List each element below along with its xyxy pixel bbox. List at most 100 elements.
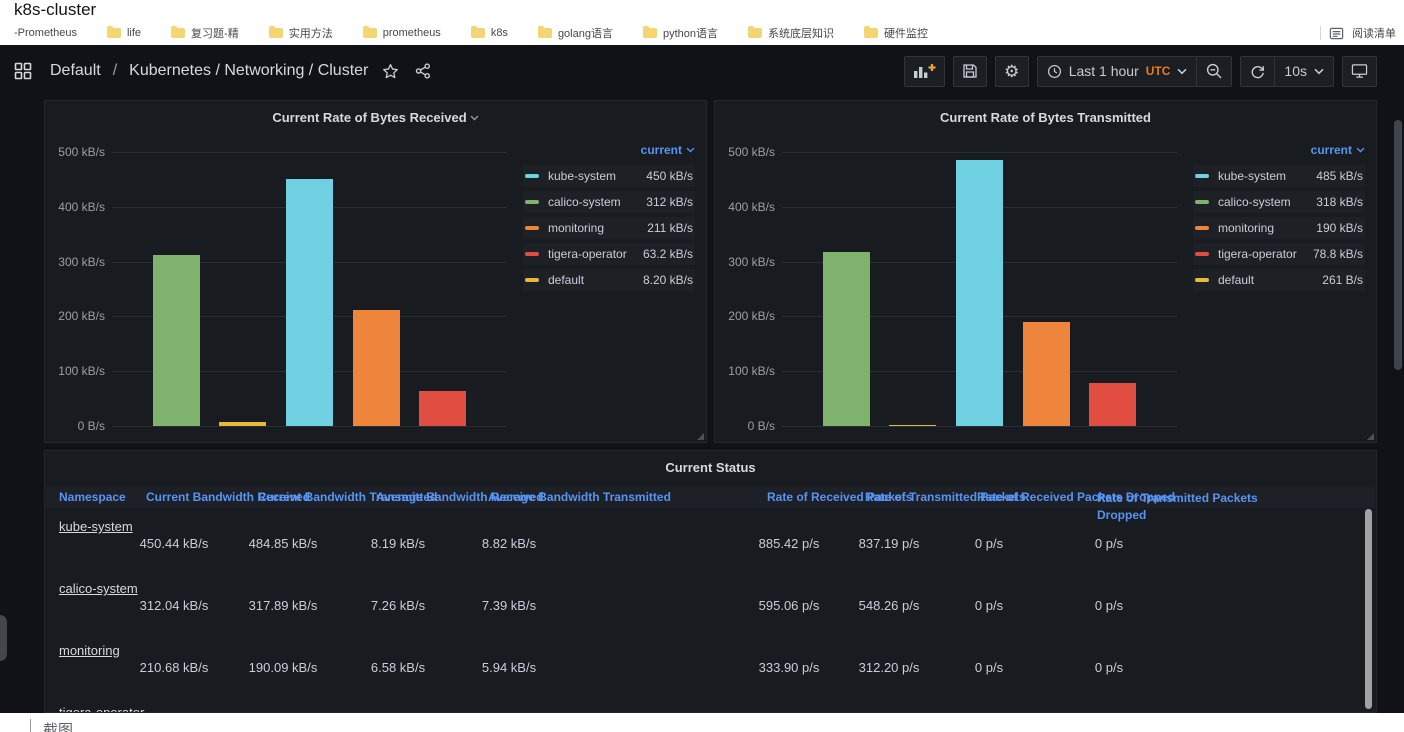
bar-calico-system[interactable] [823,252,870,426]
bar-tigera-operator[interactable] [1089,383,1136,426]
bookmark-label: 硬件监控 [884,25,928,41]
legend-item-tigera-operator[interactable]: tigera-operator78.8 kB/s [1193,243,1365,265]
legend-series-name: kube-system [548,169,616,183]
bookmark-item[interactable]: 实用方法 [269,25,333,41]
legend-item-calico-system[interactable]: calico-system312 kB/s [523,191,695,213]
zoom-out-time-button[interactable] [1196,57,1231,86]
star-icon[interactable] [382,63,399,80]
y-axis-tick: 500 kB/s [45,145,105,159]
gridline [112,426,507,427]
add-panel-button[interactable] [904,56,945,87]
legend-color-swatch [525,252,539,256]
legend-item-calico-system[interactable]: calico-system318 kB/s [1193,191,1365,213]
dashboard-toolbar: ⚙ Last 1 hour UTC [904,56,1377,87]
legend-series-name: calico-system [1218,195,1291,209]
bookmark-item[interactable]: -Prometheus [14,27,77,39]
share-icon[interactable] [415,63,431,79]
folder-icon [538,28,552,38]
table-row: tigera-operator [46,695,1377,713]
bar-kube-system[interactable] [956,160,1003,426]
gear-icon: ⚙ [1004,63,1019,80]
panel-resize-handle[interactable] [1367,433,1374,440]
time-range-picker[interactable]: Last 1 hour UTC [1038,57,1197,86]
breadcrumb-separator: / [113,62,117,80]
legend-item-monitoring[interactable]: monitoring190 kB/s [1193,217,1365,239]
legend-item-kube-system[interactable]: kube-system485 kB/s [1193,165,1365,187]
legend-item-default[interactable]: default261 B/s [1193,269,1365,291]
namespace-link[interactable]: tigera-operator [59,705,144,713]
legend-series-name: default [1218,273,1254,287]
apps-grid-icon[interactable] [14,62,32,80]
legend-series-value: 450 kB/s [646,169,693,183]
save-dashboard-button[interactable] [953,56,987,87]
bookmarks-bar: -Prometheus life 复习题-精 实用方法 prometheus k8s gol… [14,24,1396,42]
kiosk-mode-button[interactable] [1342,56,1377,87]
footer-note: 截图 [30,719,73,732]
time-picker-group: Last 1 hour UTC [1037,56,1233,87]
bookmark-item[interactable]: life [107,27,141,39]
y-axis-tick: 300 kB/s [715,255,775,269]
chevron-down-icon [1177,68,1187,75]
breadcrumb-home[interactable]: Default [50,62,101,80]
bookmark-label: life [127,27,141,39]
breadcrumb-dashboard[interactable]: Kubernetes / Networking / Cluster [129,62,368,80]
legend-color-swatch [1195,226,1209,230]
bar-kube-system[interactable] [286,179,333,426]
panel-bytes-transmitted: Current Rate of Bytes Transmitted 500 kB… [714,100,1377,443]
table-cell: 0 p/s [919,660,1059,675]
legend-item-default[interactable]: default8.20 kB/s [523,269,695,291]
table-cell: 0 p/s [1039,536,1179,551]
bookmark-item[interactable]: 硬件监控 [864,25,928,41]
legend-color-swatch [1195,278,1209,282]
bar-calico-system[interactable] [153,255,200,426]
table-column-header[interactable]: Average Bandwidth Transmitted [488,490,671,504]
table-cell: 0 p/s [919,536,1059,551]
bookmark-label: 系统底层知识 [768,25,834,41]
y-axis-tick: 400 kB/s [715,200,775,214]
bookmark-item[interactable]: 复习题-精 [171,25,239,41]
reading-list-label[interactable]: 阅读清单 [1352,25,1396,41]
bar-default[interactable] [889,425,936,426]
page-scrollbar[interactable] [1394,120,1402,370]
legend-sort-current[interactable]: current [523,143,695,157]
bookmark-item[interactable]: 系统底层知识 [748,25,834,41]
refresh-button[interactable] [1241,57,1274,86]
namespace-link[interactable]: kube-system [59,519,133,534]
bookmark-item[interactable]: python语言 [643,25,718,41]
dashboard-settings-button[interactable]: ⚙ [995,56,1029,87]
table-cell: 0 p/s [1039,660,1179,675]
bar-monitoring[interactable] [353,310,400,426]
legend-color-swatch [1195,174,1209,178]
panel-title[interactable]: Current Status [45,460,1376,475]
legend-color-swatch [525,278,539,282]
bookmark-item[interactable]: prometheus [363,27,441,39]
bookmark-item[interactable]: k8s [471,27,508,39]
legend-series-name: tigera-operator [548,247,627,261]
legend-sort-current[interactable]: current [1193,143,1365,157]
bookmark-label: k8s [491,27,508,39]
grafana-dashboard: Default / Kubernetes / Networking / Clus… [0,45,1404,713]
bookmark-label: prometheus [383,27,441,39]
legend-series-value: 312 kB/s [646,195,693,209]
legend-item-kube-system[interactable]: kube-system 450 kB/s [523,165,695,187]
namespace-link[interactable]: calico-system [59,581,138,596]
breadcrumb: Default / Kubernetes / Networking / Clus… [50,62,368,80]
sidebar-handle[interactable] [0,615,7,661]
table-column-header[interactable]: Namespace [59,490,126,504]
legend-item-tigera-operator[interactable]: tigera-operator63.2 kB/s [523,243,695,265]
panel-resize-handle[interactable] [697,433,704,440]
time-range-label: Last 1 hour [1069,63,1139,79]
table-scrollbar[interactable] [1365,509,1372,709]
refresh-group: 10s [1240,56,1334,87]
bar-monitoring[interactable] [1023,322,1070,426]
legend-color-swatch [1195,252,1209,256]
legend-series-value: 211 kB/s [647,221,693,235]
refresh-interval-picker[interactable]: 10s [1274,57,1333,86]
bar-default[interactable] [219,422,266,426]
legend-item-monitoring[interactable]: monitoring211 kB/s [523,217,695,239]
refresh-icon [1250,64,1265,79]
bar-tigera-operator[interactable] [419,391,466,426]
search-minus-icon [1206,63,1222,79]
bookmark-item[interactable]: golang语言 [538,25,613,41]
namespace-link[interactable]: monitoring [59,643,120,658]
